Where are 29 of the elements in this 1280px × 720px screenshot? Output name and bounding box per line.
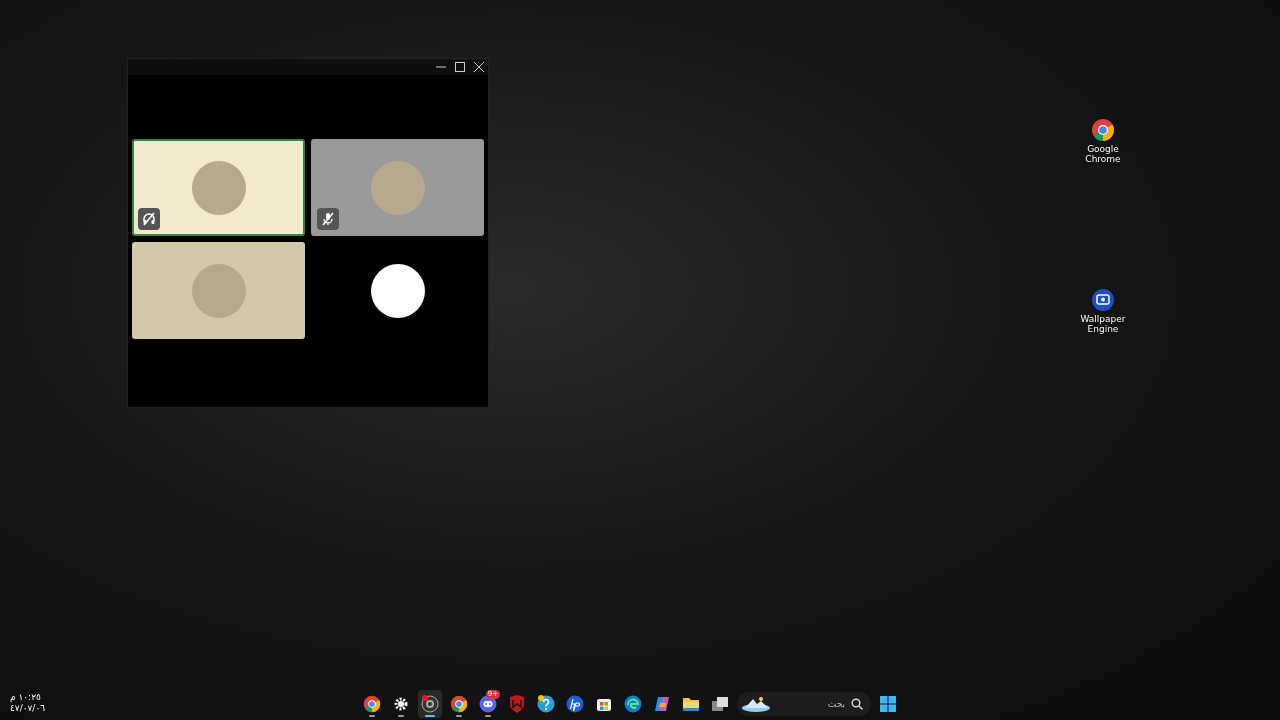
desktop-icon-label[interactable]: Wallpaper Engine [1076, 314, 1130, 334]
search-icon [851, 698, 863, 710]
windows-logo-icon [880, 696, 896, 712]
landscape-icon [741, 695, 771, 713]
help-icon [537, 695, 555, 713]
hp-logo-icon [566, 695, 584, 713]
window-stack-icon [711, 696, 729, 712]
search-input[interactable]: بحث [775, 698, 847, 710]
chrome-logo-icon [363, 695, 381, 713]
chrome-logo-icon[interactable] [1091, 118, 1115, 142]
close-icon [473, 62, 484, 72]
clock-date[interactable]: ٤٧/٠٧/٠٦ [10, 703, 46, 714]
wallpaper-engine-logo-icon[interactable] [1091, 288, 1115, 312]
clock-time[interactable]: ١٠:٢٥ م [10, 692, 41, 703]
chrome-logo-icon [450, 695, 468, 713]
folder-icon [682, 696, 700, 712]
gear-icon [393, 696, 409, 712]
taskbar-app-button[interactable] [418, 690, 442, 718]
participant-tile[interactable] [311, 139, 484, 236]
maximize-icon [454, 62, 465, 72]
store-bag-icon [596, 696, 612, 712]
search-bar[interactable]: بحث [737, 692, 871, 716]
participant-tile[interactable] [132, 139, 305, 236]
copilot-swirl-icon [653, 695, 671, 713]
record-app-icon [421, 695, 439, 713]
participant-tile[interactable] [132, 242, 305, 339]
desktop-icon-label[interactable]: Google Chrome [1076, 144, 1130, 164]
edge-browser-icon [624, 695, 642, 713]
shield-icon [509, 695, 525, 713]
